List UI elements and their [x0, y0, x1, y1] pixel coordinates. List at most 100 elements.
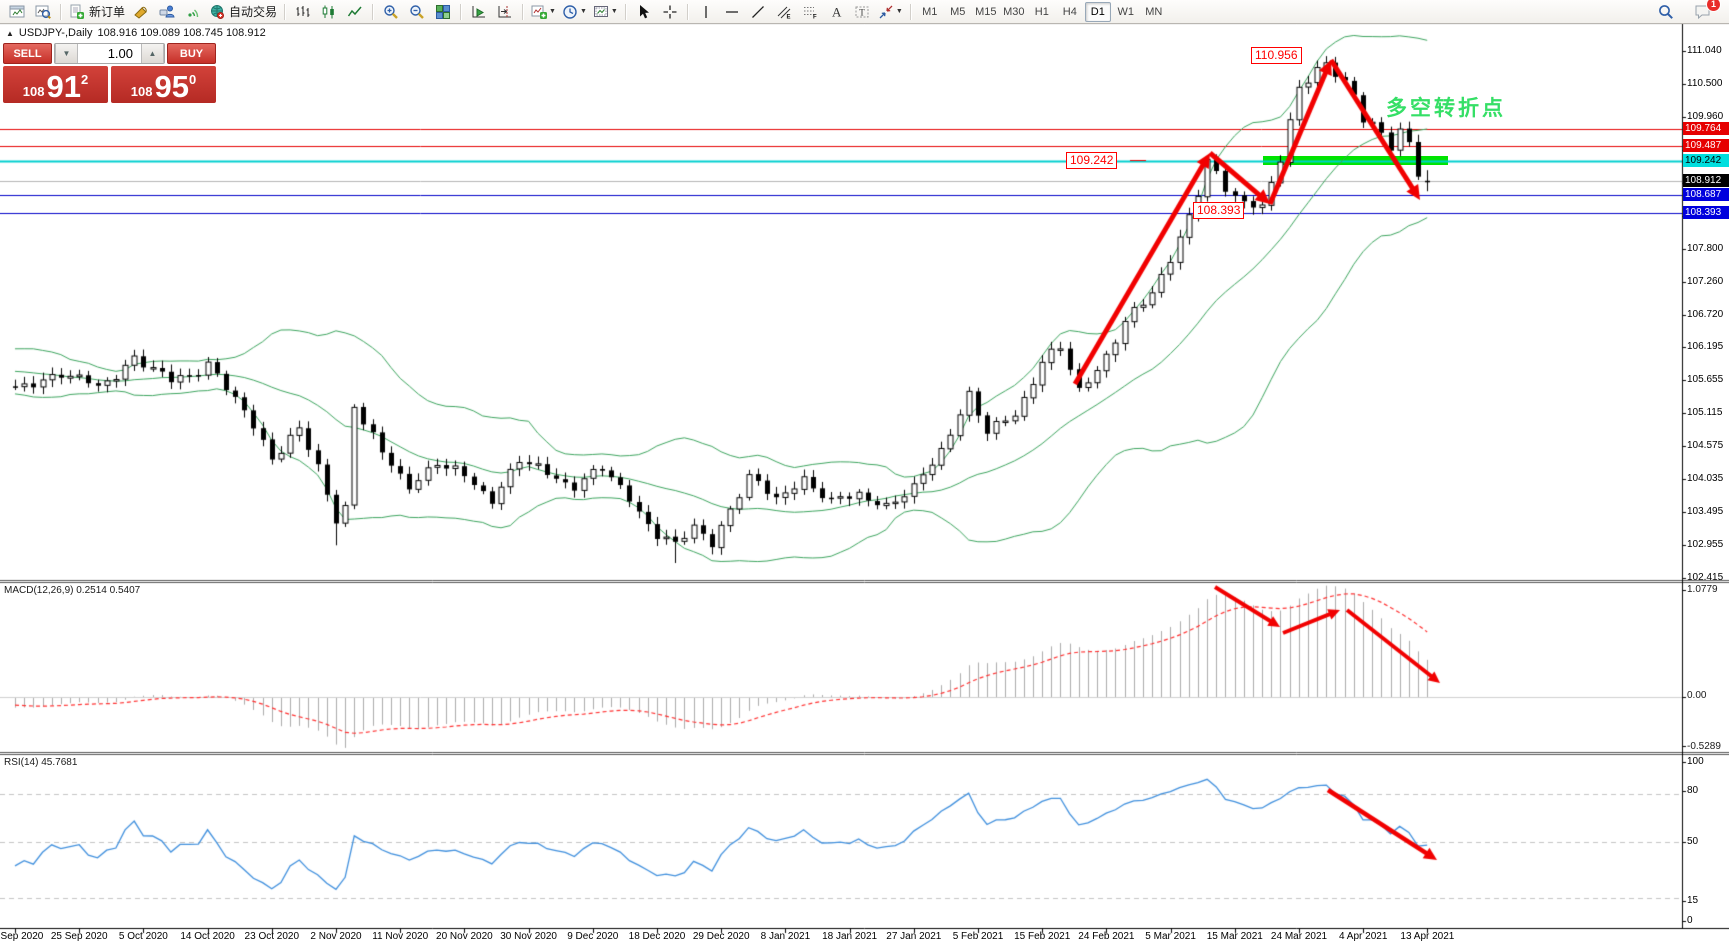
- buy-price-point: 0: [189, 72, 196, 87]
- chevron-down-icon[interactable]: ▼: [580, 8, 587, 15]
- chevron-down-icon[interactable]: ▼: [549, 8, 556, 15]
- template-button[interactable]: ▼: [590, 1, 621, 23]
- crosshair-button[interactable]: [657, 1, 683, 23]
- hline-button[interactable]: [719, 1, 745, 23]
- indicators-button[interactable]: ▼: [528, 1, 559, 23]
- toolbar-group: [290, 1, 368, 23]
- buy-price-figure: 108: [131, 84, 153, 99]
- sell-button[interactable]: SELL: [3, 43, 52, 64]
- chart-window-icon: [9, 4, 25, 20]
- ohlc-values: 108.916 109.089 108.745 108.912: [97, 27, 265, 39]
- toolbar-separator: [625, 4, 627, 20]
- support-price-label[interactable]: 108.393: [1193, 202, 1244, 219]
- buy-price-pips: 95: [154, 73, 188, 101]
- resistance-price-label[interactable]: 109.242: [1066, 152, 1117, 169]
- buy-button[interactable]: BUY: [167, 43, 216, 64]
- auto-scroll-icon: [471, 4, 487, 20]
- candles-button[interactable]: [316, 1, 342, 23]
- chart-shift-icon: [497, 4, 513, 20]
- toolbar-group: [4, 1, 56, 23]
- text-a-button[interactable]: A: [823, 1, 849, 23]
- indicators-icon: [531, 4, 547, 20]
- timeframe-m15-button[interactable]: M15: [973, 2, 999, 22]
- timeframe-d1-button[interactable]: D1: [1085, 2, 1111, 22]
- toolbar-separator: [522, 4, 524, 20]
- candles-icon: [321, 4, 337, 20]
- symbol-marker-icon: ▲: [6, 29, 14, 38]
- sell-price-figure: 108: [23, 84, 45, 99]
- svg-text:T: T: [859, 7, 865, 17]
- timeframe-h1-button[interactable]: H1: [1029, 2, 1055, 22]
- new-order-button[interactable]: 新订单: [66, 1, 128, 23]
- trendline-button[interactable]: [745, 1, 771, 23]
- chart-window-button[interactable]: [4, 1, 30, 23]
- toolbar-separator: [460, 4, 462, 20]
- tick-chart-button[interactable]: [30, 1, 56, 23]
- fibo-button[interactable]: F: [797, 1, 823, 23]
- timeframe-m30-button[interactable]: M30: [1001, 2, 1027, 22]
- globe-label: 自动交易: [229, 3, 277, 20]
- cursor-button[interactable]: [631, 1, 657, 23]
- peak-price-label[interactable]: 110.956: [1251, 47, 1302, 64]
- chart-shift-button[interactable]: [492, 1, 518, 23]
- expert-button[interactable]: [154, 1, 180, 23]
- globe-icon: [209, 4, 225, 20]
- toolbar-separator: [910, 4, 912, 20]
- mt4-window: 新订单 自动交易 ▼ ▼ ▼ E FAT ▼ M1M5M15M30H1H4D1W1MN 1 ▲ U…: [0, 0, 1729, 946]
- main-toolbar: 新订单 自动交易 ▼ ▼ ▼ E FAT ▼ M1M5M15M30H1H4D1W1MN 1: [0, 0, 1729, 24]
- line-chart-button[interactable]: [342, 1, 368, 23]
- zoom-in-icon: [383, 4, 399, 20]
- timeframe-h4-button[interactable]: H4: [1057, 2, 1083, 22]
- signal-button[interactable]: [180, 1, 206, 23]
- new-order-label: 新订单: [89, 3, 125, 20]
- chevron-down-icon[interactable]: ▼: [896, 8, 903, 15]
- notification-badge: 1: [1706, 0, 1721, 12]
- volume-stepper: ▼ 1.00 ▲: [54, 43, 165, 64]
- tile-button[interactable]: [430, 1, 456, 23]
- chevron-down-icon[interactable]: ▼: [611, 8, 618, 15]
- symbol-ohlc-bar: ▲ USDJPY-,Daily 108.916 109.089 108.745 …: [6, 27, 266, 39]
- zoom-in-button[interactable]: [378, 1, 404, 23]
- toolbar-group: [378, 1, 456, 23]
- bar-chart-button[interactable]: [290, 1, 316, 23]
- tick-chart-icon: [35, 4, 51, 20]
- svg-text:E: E: [786, 14, 790, 20]
- timeframe-w1-button[interactable]: W1: [1113, 2, 1139, 22]
- timeframe-mn-button[interactable]: MN: [1141, 2, 1167, 22]
- annotations-layer: 110.956 109.242 108.393 多空转折点: [0, 0, 1729, 946]
- notifications-button[interactable]: 1: [1689, 1, 1715, 23]
- buy-price-button[interactable]: 108 95 0: [111, 66, 216, 103]
- clock-button[interactable]: ▼: [559, 1, 590, 23]
- shapes-icon: [878, 4, 894, 20]
- auto-scroll-button[interactable]: [466, 1, 492, 23]
- svg-text:F: F: [813, 14, 817, 20]
- channel-button[interactable]: E: [771, 1, 797, 23]
- trendline-icon: [750, 4, 766, 20]
- horn-button[interactable]: [128, 1, 154, 23]
- volume-down-button[interactable]: ▼: [55, 44, 78, 63]
- vline-button[interactable]: [693, 1, 719, 23]
- shapes-button[interactable]: ▼: [875, 1, 906, 23]
- hline-icon: [724, 4, 740, 20]
- signal-icon: [185, 4, 201, 20]
- search-button[interactable]: [1653, 1, 1679, 23]
- sell-price-button[interactable]: 108 91 2: [3, 66, 108, 103]
- text-label-icon: T: [854, 4, 870, 20]
- toolbar-group: [466, 1, 518, 23]
- timeframe-m1-button[interactable]: M1: [917, 2, 943, 22]
- turning-point-text[interactable]: 多空转折点: [1386, 92, 1506, 122]
- text-label-button[interactable]: T: [849, 1, 875, 23]
- horn-icon: [133, 4, 149, 20]
- chart-title: USDJPY-,Daily: [19, 27, 93, 39]
- volume-up-button[interactable]: ▲: [141, 44, 164, 63]
- zoom-out-button[interactable]: [404, 1, 430, 23]
- toolbar-separator: [60, 4, 62, 20]
- template-icon: [593, 4, 609, 20]
- globe-button[interactable]: 自动交易: [206, 1, 280, 23]
- toolbar-group: ▼ ▼ ▼: [528, 1, 621, 23]
- volume-input[interactable]: 1.00: [78, 44, 141, 63]
- timeframe-m5-button[interactable]: M5: [945, 2, 971, 22]
- fibo-icon: F: [802, 4, 818, 20]
- sell-price-pips: 91: [46, 73, 80, 101]
- channel-icon: E: [776, 4, 792, 20]
